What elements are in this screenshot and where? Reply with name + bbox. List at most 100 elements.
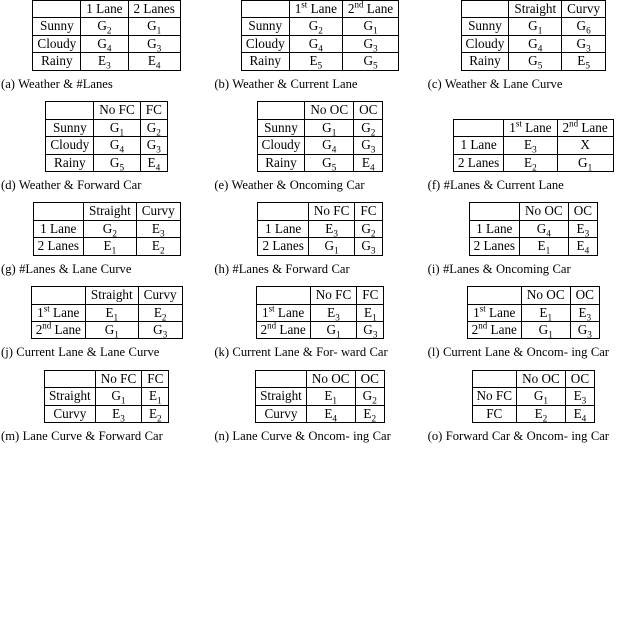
column-header: 1 Lane [80,0,129,19]
subtable-wrapper: Straight Curvy 1st Lane E1 E2 2nd Lane G1 G3 [0,286,213,340]
table-row: 1 Lane G4 E3 [468,219,599,239]
subtable-label: (k) [214,345,230,360]
table-row: No FC G1 E3 [471,387,596,406]
caption-word: Current [290,76,329,91]
column-header: OC [353,101,384,120]
column-header: FC [141,369,170,389]
caption-word: Curve [261,429,292,444]
data-cell: G1 [516,387,566,406]
data-cell: E2 [354,404,385,424]
data-cell: E4 [305,404,356,424]
column-header: 2 Lanes [127,0,181,19]
subtable-c: Straight Curvy Sunny G1 G6 Cloudy G4 G3 Rainy G5 E… [460,0,607,71]
caption-word: Car [372,429,391,444]
table-row: Cloudy G4 G3 [256,136,384,155]
data-cell: E4 [353,153,384,172]
table-row: Straight G1 E1 [43,387,170,406]
row-header: 2 Lanes [468,237,520,256]
subtable-wrapper: No OC OC 1st Lane E1 E3 2nd Lane G1 G3 [427,286,640,340]
subtable-wrapper: No OC OC Straight E1 G2 Curvy E4 E2 [213,369,426,424]
row-header: 2nd Lane [30,320,86,340]
data-cell: G2 [82,219,137,239]
subtable-wrapper: No FC FC 1st Lane E3 E1 2nd Lane G1 G3 [213,286,426,340]
subtable-cell-l: No OC OC 1st Lane E1 E3 2nd Lane G1 G3 (l) Curre… [427,286,640,361]
corner-cell [466,286,522,305]
table-header-row: No OC OC [255,369,385,389]
subtable-o: No OC OC No FC G1 E3 FC E2 E4 [471,369,596,424]
caption-word: & [85,429,96,444]
data-cell: E4 [127,52,181,71]
caption-word: #Lanes [19,261,56,276]
caption-word: Lane [332,76,358,91]
data-cell: G1 [84,320,139,340]
subtable-cell-h: No FC FC 1 Lane E3 G2 2 Lanes G1 G3 (h) #Lanes &… [213,202,426,277]
table-row: 1 Lane G2 E3 [32,219,181,239]
subtable-caption-k: (k) Current Lane & For- ward Car [213,339,426,360]
subtable-caption-f: (f) #Lanes & Current Lane [427,172,640,193]
caption-word: Lane [274,345,300,360]
subtable-a: 1 Lane 2 Lanes Sunny G2 G1 Cloudy G4 G3 Rainy E3 E… [32,0,181,71]
subtable-caption-i: (i) #Lanes & Oncoming Car [427,256,640,277]
subtable-f: 1st Lane 2nd Lane 1 Lane E3 X 2 Lanes E2 G1 [452,118,614,172]
row-header: Rainy [45,153,95,172]
data-cell: G1 [556,153,614,172]
table-row: 2 Lanes E1 E2 [32,237,181,256]
subtable-caption-d: (d) Weather & Forward Car [0,172,213,193]
data-cell: E3 [309,303,358,322]
table-row: Cloudy G4 G3 [32,34,181,54]
column-header: Curvy [137,286,183,305]
caption-word: Curve [128,345,160,360]
table-header-row: No OC OC [468,202,599,221]
caption-word: #Lanes [443,177,481,192]
row-header: Cloudy [256,136,306,155]
subtable-caption-m: (m) Lane Curve & Forward Car [0,423,213,444]
data-cell: G3 [354,237,383,256]
caption-word: Lane [72,261,98,276]
data-cell: G4 [288,34,343,54]
row-header: 1st Lane [30,303,86,322]
subtable-cell-a: 1 Lane 2 Lanes Sunny G2 G1 Cloudy G4 G3 Rainy E3 E… [0,0,213,92]
row-header: No FC [471,387,518,406]
row-header: 1 Lane [32,219,84,239]
row-header: Curvy [43,404,96,424]
data-cell: E1 [141,387,170,406]
column-header: OC [564,369,596,389]
data-cell: G5 [93,153,141,172]
caption-word: & [277,76,288,91]
caption-word: & [63,76,74,91]
data-cell: E2 [516,404,566,424]
subtable-grid-page: 1 Lane 2 Lanes Sunny G2 G1 Cloudy G4 G3 Rainy E3 E… [0,0,640,639]
corner-cell [452,118,505,138]
subtable-caption-n: (n) Lane Curve & Oncom- ing Car [213,423,426,444]
table-row: Straight E1 G2 [255,387,385,406]
column-header: Curvy [135,202,181,221]
table-row: 1 Lane E3 G2 [257,219,383,239]
table-header-row: Straight Curvy [32,202,181,221]
subtable-e: No OC OC Sunny G1 G2 Cloudy G4 G3 Rainy G5 E4 [256,101,384,172]
data-cell: G2 [80,17,129,36]
subtable-cell-k: No FC FC 1st Lane E3 E1 2nd Lane G1 G3 (k) Curre… [213,286,426,361]
data-cell: G5 [508,52,563,71]
caption-word: & [489,76,500,91]
table-row: Sunny G1 G6 [460,17,607,36]
data-cell: E1 [305,387,356,406]
table-row: 2 Lanes E1 E4 [468,237,599,256]
caption-word: & [482,261,493,276]
column-header: OC [567,202,599,221]
data-cell: E2 [135,237,181,256]
table-row: Rainy G5 E4 [45,153,168,172]
table-row: Rainy E5 G5 [240,52,400,71]
caption-word: Current [16,345,55,360]
caption-word: ing [353,429,370,444]
table-row: Cloudy G4 G3 [240,34,400,54]
row-header: FC [471,404,518,424]
data-cell: E3 [564,387,596,406]
data-cell: G4 [508,34,563,54]
row-header: Rainy [460,52,510,71]
row-spacer [0,277,640,286]
caption-word: Current [442,345,482,360]
subtable-label: (g) [1,261,16,276]
table-header-row: No OC OC [466,286,600,305]
row-header: 1 Lane [468,219,520,239]
subtable-i: No OC OC 1 Lane G4 E3 2 Lanes E1 E4 [468,202,599,256]
